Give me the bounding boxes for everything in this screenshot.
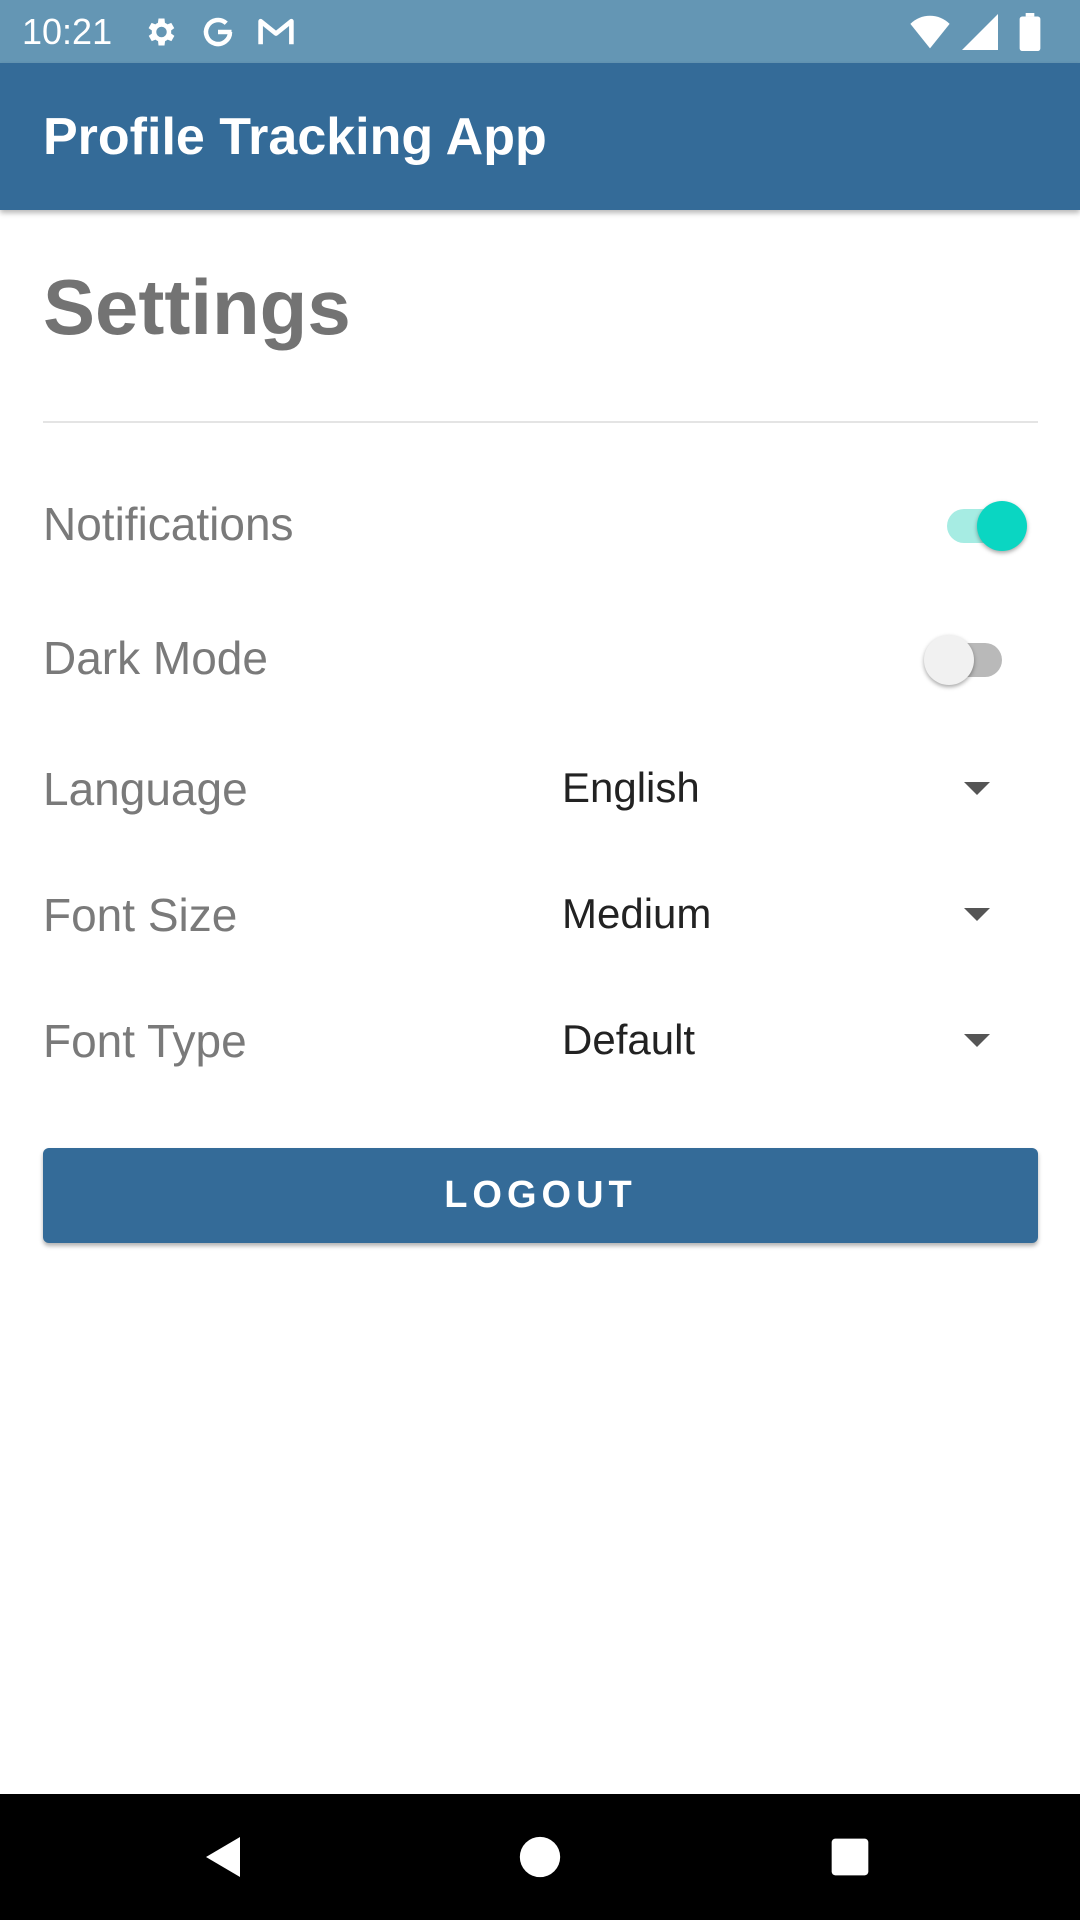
signal-icon [960, 12, 1000, 52]
app-bar: Profile Tracking App [0, 63, 1080, 210]
navigation-bar [0, 1794, 1080, 1920]
gear-icon [140, 12, 180, 52]
page-title: Settings [43, 263, 351, 351]
notifications-label: Notifications [43, 498, 294, 550]
gmail-icon [256, 12, 296, 52]
font-size-label: Font Size [43, 889, 238, 941]
dropdown-arrow-icon [964, 908, 990, 921]
divider [43, 421, 1038, 423]
language-select[interactable]: English [562, 748, 1002, 828]
toggle-thumb [977, 501, 1027, 551]
font-type-label: Font Type [43, 1015, 247, 1067]
language-value: English [562, 764, 700, 811]
status-time: 10:21 [22, 10, 113, 52]
status-right-group [910, 12, 1060, 52]
dropdown-arrow-icon [964, 782, 990, 795]
home-icon[interactable] [508, 1825, 572, 1889]
recents-icon[interactable] [818, 1825, 882, 1889]
wifi-icon [910, 12, 950, 52]
google-g-icon [198, 12, 238, 52]
notifications-toggle[interactable] [935, 493, 1031, 553]
font-size-select[interactable]: Medium [562, 874, 1002, 954]
language-label: Language [43, 763, 248, 815]
font-type-value: Default [562, 1016, 696, 1063]
toggle-thumb [924, 635, 974, 685]
dark-mode-toggle[interactable] [922, 627, 1018, 687]
logout-button[interactable]: LOGOUT [43, 1148, 1038, 1243]
back-icon[interactable] [192, 1825, 256, 1889]
status-bar: 10:21 [0, 0, 1080, 63]
dark-mode-label: Dark Mode [43, 632, 268, 684]
dropdown-arrow-icon [964, 1034, 990, 1047]
font-size-value: Medium [562, 890, 712, 937]
battery-icon [1010, 12, 1050, 52]
app-title: Profile Tracking App [43, 107, 547, 166]
font-type-select[interactable]: Default [562, 1000, 1002, 1080]
